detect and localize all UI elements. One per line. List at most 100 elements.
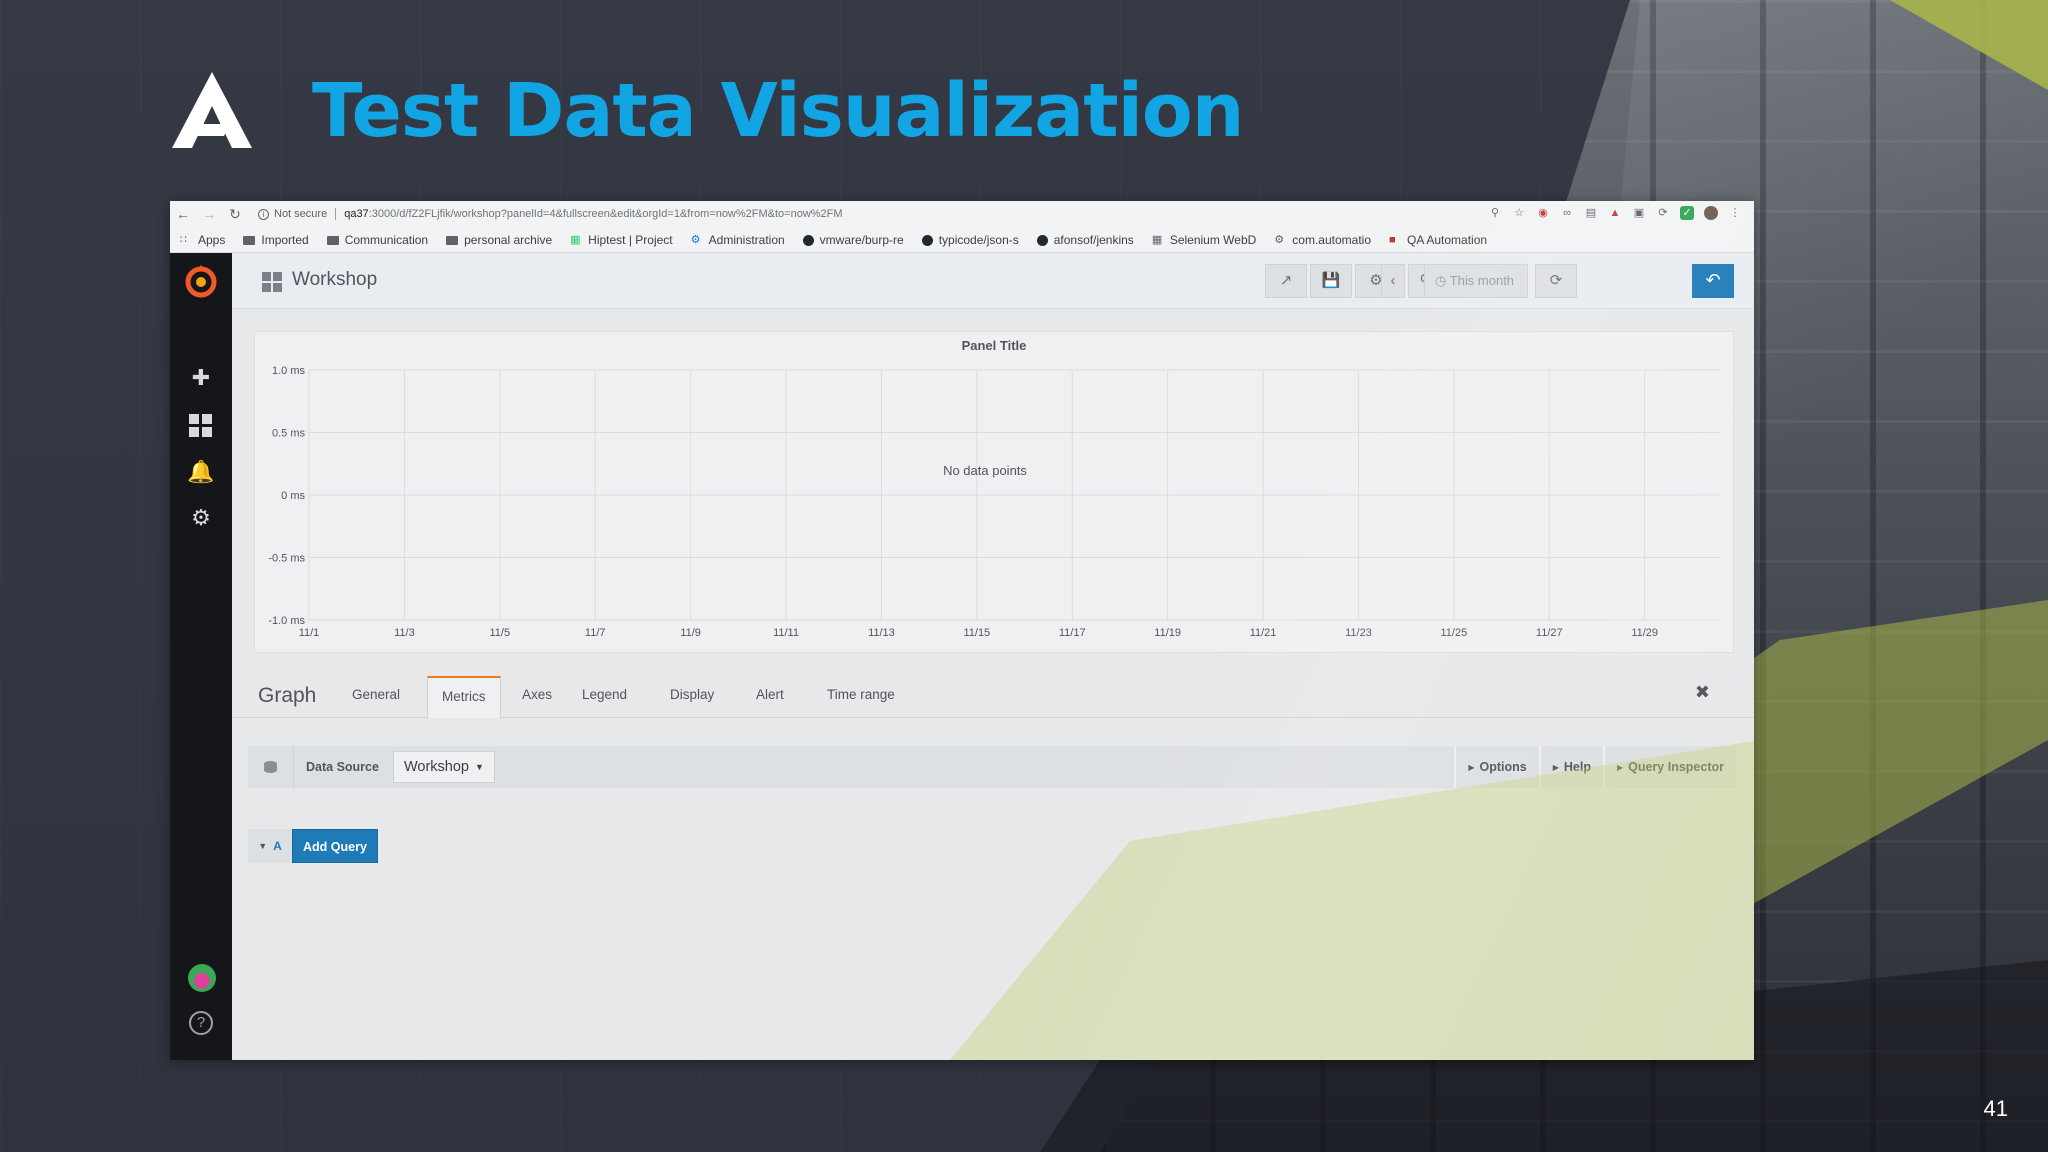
x-tick-label: 11/23: [1345, 627, 1372, 639]
x-tick-label: 11/17: [1059, 627, 1086, 639]
bookmark-item[interactable]: typicode/json-s: [921, 233, 1019, 247]
options-label: Options: [1479, 760, 1527, 774]
help-toggle[interactable]: ▶ Help: [1538, 746, 1603, 788]
bookmark-item[interactable]: Communication: [326, 233, 429, 247]
configuration-gear-icon[interactable]: ⚙: [186, 503, 216, 533]
bookmark-label: Administration: [708, 233, 785, 247]
query-collapse-toggle[interactable]: ▼ A: [248, 829, 292, 863]
zoom-icon[interactable]: ⚲: [1488, 206, 1502, 220]
save-button[interactable]: 💾: [1310, 264, 1352, 298]
x-tick-label: 11/19: [1154, 627, 1181, 639]
tab-general[interactable]: General: [352, 687, 400, 702]
bookmark-label: personal archive: [464, 233, 553, 247]
caret-right-icon: ▶: [1616, 762, 1624, 772]
tab-axes[interactable]: Axes: [522, 687, 552, 702]
query-inspector-label: Query Inspector: [1628, 760, 1724, 774]
no-data-message: No data points: [943, 463, 1027, 478]
bookmark-label: Apps: [198, 233, 226, 247]
admin-icon: ⚙: [690, 234, 701, 246]
back-to-dashboard-button[interactable]: ↶: [1692, 264, 1734, 298]
time-picker-button[interactable]: ◷ This month: [1424, 264, 1528, 298]
tab-metrics[interactable]: Metrics: [427, 676, 501, 718]
qa-icon: ■: [1389, 234, 1396, 246]
dashboards-grid-icon[interactable]: [186, 411, 216, 441]
security-indicator[interactable]: i Not secure: [258, 208, 327, 220]
data-source-row: Data Source Workshop ▼ ▶ Options ▶ Help ▶ Q…: [248, 746, 1736, 788]
bookmark-label: afonsof/jenkins: [1053, 233, 1134, 247]
info-icon: i: [258, 208, 269, 220]
document-icon[interactable]: ▤: [1584, 206, 1598, 220]
x-tick-label: 11/15: [963, 627, 990, 639]
back-arrow-icon[interactable]: ←: [170, 206, 196, 222]
bookmark-label: Communication: [344, 233, 429, 247]
bookmark-item[interactable]: vmware/burp-re: [802, 233, 904, 247]
image-icon[interactable]: ▣: [1632, 206, 1646, 220]
graph-panel: Panel Title 1.0 ms 0.5 ms 0 ms -0.5 ms -1.0 …: [254, 331, 1734, 653]
options-toggle[interactable]: ▶ Options: [1454, 746, 1538, 788]
tab-legend[interactable]: Legend: [582, 687, 627, 702]
extension-icon[interactable]: ⟳: [1656, 206, 1670, 220]
forward-arrow-icon[interactable]: →: [196, 206, 222, 222]
bookmark-item[interactable]: ▦ Hiptest | Project: [570, 233, 672, 247]
bookmark-item[interactable]: Imported: [243, 233, 309, 247]
x-tick-label: 11/9: [680, 627, 701, 639]
grafana-screenshot: ← → ↻ i Not secure qa37:3000/d/fZ2FLjfik…: [170, 201, 1754, 1060]
reload-icon[interactable]: ↻: [222, 206, 248, 223]
bookmark-item[interactable]: ∷ Apps: [180, 233, 225, 247]
extension-icon[interactable]: ✓: [1680, 206, 1694, 220]
dashboard-title[interactable]: Workshop: [292, 269, 377, 291]
data-source-select[interactable]: Workshop ▼: [392, 751, 495, 783]
bookmark-item[interactable]: ▦ Selenium WebD: [1152, 233, 1256, 247]
refresh-button[interactable]: ⟳: [1535, 264, 1577, 298]
folder-icon: [446, 235, 459, 245]
extension-badge-icon[interactable]: ◉: [1536, 206, 1550, 220]
user-avatar[interactable]: [188, 964, 216, 992]
query-inspector-toggle[interactable]: ▶ Query Inspector: [1602, 746, 1736, 788]
clock-icon: ◷: [1435, 273, 1450, 288]
folder-icon: [326, 235, 339, 245]
github-icon: [1036, 234, 1048, 246]
extension-icon[interactable]: ∞: [1560, 206, 1574, 220]
bookmark-item[interactable]: afonsof/jenkins: [1036, 233, 1134, 247]
caret-right-icon: ▶: [1552, 762, 1559, 772]
bookmark-item[interactable]: personal archive: [446, 233, 552, 247]
bookmark-label: typicode/json-s: [938, 233, 1019, 247]
bookmark-star-icon[interactable]: ☆: [1512, 206, 1526, 220]
tab-alert[interactable]: Alert: [756, 687, 784, 702]
help-icon[interactable]: ?: [189, 1011, 213, 1035]
hiptest-icon: ▦: [570, 234, 581, 246]
x-tick-label: 11/13: [868, 627, 895, 639]
extension-icon[interactable]: ▲: [1608, 206, 1622, 220]
bookmark-item[interactable]: ■ QA Automation: [1389, 233, 1487, 247]
bookmark-item[interactable]: ⚙ Administration: [691, 233, 785, 247]
menu-dots-icon[interactable]: ⋮: [1728, 206, 1742, 220]
bookmark-item[interactable]: ⚙ com.automatio: [1274, 233, 1371, 247]
dashboard-navbar: Workshop ↗ 💾 ⚙ ‹ ⚲ › ◷ This month ⟳ ↶: [232, 253, 1754, 309]
grafana-logo-icon[interactable]: [183, 263, 219, 299]
bookmark-label: QA Automation: [1407, 233, 1488, 247]
close-editor-icon[interactable]: ✖: [1695, 682, 1710, 703]
bookmark-label: Imported: [261, 233, 309, 247]
browser-toolbar: ← → ↻ i Not secure qa37:3000/d/fZ2FLjfik…: [170, 201, 1754, 253]
time-back-button[interactable]: ‹: [1381, 264, 1405, 298]
apps-icon: ∷: [180, 234, 187, 246]
create-plus-icon[interactable]: ✚: [186, 363, 216, 393]
url-path[interactable]: :3000/d/fZ2FLjfik/workshop?panelId=4&ful…: [369, 208, 843, 220]
bookmark-label: vmware/burp-re: [819, 233, 904, 247]
y-tick-label: 0 ms: [281, 490, 305, 502]
tab-display[interactable]: Display: [670, 687, 714, 702]
caret-down-icon: ▼: [474, 762, 484, 772]
tab-time-range[interactable]: Time range: [827, 687, 895, 702]
add-query-button[interactable]: Add Query: [292, 829, 378, 863]
dashboard-actions: ↗ 💾 ⚙: [1262, 264, 1397, 298]
data-source-label: Data Source: [306, 760, 379, 774]
grafana-sidebar: ✚ 🔔 ⚙ ?: [170, 253, 232, 1060]
profile-avatar[interactable]: [1704, 206, 1718, 220]
bookmark-label: Hiptest | Project: [588, 233, 673, 247]
url-host[interactable]: qa37: [344, 208, 368, 220]
alerting-bell-icon[interactable]: 🔔: [186, 457, 216, 487]
folder-icon: [243, 235, 256, 245]
x-tick-label: 11/7: [585, 627, 606, 639]
dashboard-grid-icon: [262, 272, 282, 292]
share-button[interactable]: ↗: [1265, 264, 1307, 298]
